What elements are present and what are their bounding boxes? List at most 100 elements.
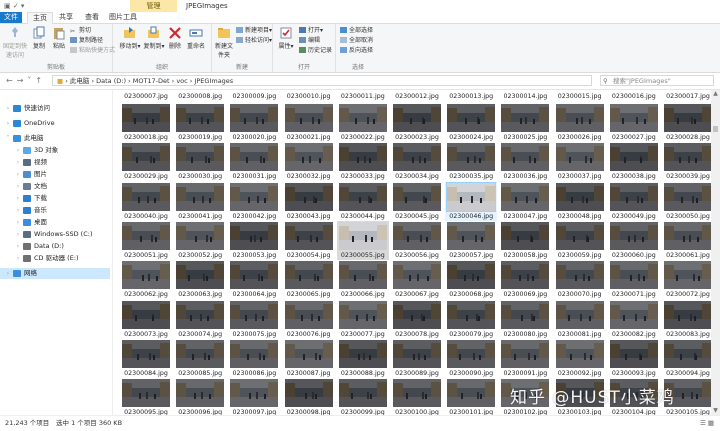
chevron-down-icon[interactable]: ˅ xyxy=(4,133,12,144)
file-item[interactable]: 02300010.jpg xyxy=(283,92,335,102)
file-item[interactable]: 02300076.jpg xyxy=(283,300,335,339)
file-item[interactable]: 02300009.jpg xyxy=(228,92,280,102)
file-item[interactable]: 02300072.jpg xyxy=(662,260,711,299)
nav-item[interactable]: › 下载 xyxy=(0,193,110,204)
tab-picture-tools[interactable]: 图片工具 xyxy=(106,12,140,23)
select-all-button[interactable]: 全部选择 xyxy=(340,27,373,35)
file-item[interactable]: 02300030.jpg xyxy=(174,142,226,181)
file-item[interactable]: 02300086.jpg xyxy=(228,339,280,378)
file-item[interactable]: 02300027.jpg xyxy=(608,103,660,142)
file-item[interactable]: 02300050.jpg xyxy=(662,182,711,221)
delete-button[interactable]: 删除 xyxy=(167,26,183,50)
file-item[interactable]: 02300048.jpg xyxy=(554,182,606,221)
file-item[interactable]: 02300034.jpg xyxy=(391,142,443,181)
file-item[interactable]: 02300011.jpg xyxy=(337,92,389,102)
chevron-right-icon[interactable]: › xyxy=(14,205,22,216)
file-item[interactable]: 02300093.jpg xyxy=(608,339,660,378)
chevron-right-icon[interactable]: › xyxy=(14,145,22,156)
file-item[interactable]: 02300094.jpg xyxy=(662,339,711,378)
nav-item[interactable]: › OneDrive xyxy=(0,118,110,129)
file-item[interactable]: 02300096.jpg xyxy=(174,378,226,415)
file-item[interactable]: 02300070.jpg xyxy=(554,260,606,299)
nav-item[interactable]: › 3D 对象 xyxy=(0,145,110,156)
new-item-button[interactable]: 新建项目▾ xyxy=(236,27,272,35)
nav-item[interactable]: › 桌面 xyxy=(0,217,110,228)
file-item[interactable]: 02300017.jpg xyxy=(662,92,711,102)
tab-view[interactable]: 查看 xyxy=(80,12,104,23)
file-item[interactable]: 02300016.jpg xyxy=(608,92,660,102)
file-item[interactable]: 02300063.jpg xyxy=(174,260,226,299)
invert-selection-button[interactable]: 反向选择 xyxy=(340,47,373,55)
file-item[interactable]: 02300084.jpg xyxy=(120,339,172,378)
file-item[interactable]: 02300028.jpg xyxy=(662,103,711,142)
chevron-right-icon[interactable]: › xyxy=(4,118,12,129)
nav-item[interactable]: › Windows-SSD (C:) xyxy=(0,229,110,240)
file-item[interactable]: 02300075.jpg xyxy=(228,300,280,339)
file-item[interactable]: 02300059.jpg xyxy=(554,221,606,260)
file-list[interactable]: 02300007.jpg 02300008.jpg 02300009.jpg 0230… xyxy=(113,90,711,415)
file-item[interactable]: 02300100.jpg xyxy=(391,378,443,415)
chevron-right-icon[interactable]: › xyxy=(14,217,22,228)
address-path[interactable]: ■ › 此电脑 › Data (D:) › MOT17-Det › voc › … xyxy=(52,75,592,86)
copy-button[interactable]: 复制 xyxy=(30,26,48,50)
navigation-buttons[interactable]: ←→˅↑ xyxy=(6,76,46,85)
breadcrumb-this-pc[interactable]: 此电脑 xyxy=(70,77,90,85)
scroll-down-icon[interactable]: ▼ xyxy=(711,407,720,415)
file-item[interactable]: 02300083.jpg xyxy=(662,300,711,339)
file-item[interactable]: 02300097.jpg xyxy=(228,378,280,415)
nav-item[interactable]: › 音乐 xyxy=(0,205,110,216)
file-item[interactable]: 02300020.jpg xyxy=(228,103,280,142)
breadcrumb-voc[interactable]: voc xyxy=(176,77,187,85)
file-item[interactable]: 02300099.jpg xyxy=(337,378,389,415)
file-item[interactable]: 02300071.jpg xyxy=(608,260,660,299)
file-item[interactable]: 02300068.jpg xyxy=(445,260,497,299)
file-item[interactable]: 02300013.jpg xyxy=(445,92,497,102)
chevron-right-icon[interactable]: › xyxy=(14,229,22,240)
file-item[interactable]: 02300087.jpg xyxy=(283,339,335,378)
file-item[interactable]: 02300067.jpg xyxy=(391,260,443,299)
vertical-scrollbar[interactable]: ▲ ▼ xyxy=(711,90,720,415)
nav-item[interactable]: › 快速访问 xyxy=(0,103,110,114)
nav-item[interactable]: › 视频 xyxy=(0,157,110,168)
paste-button[interactable]: 粘贴 xyxy=(50,26,68,50)
file-item[interactable]: 02300069.jpg xyxy=(499,260,551,299)
file-item[interactable]: 02300085.jpg xyxy=(174,339,226,378)
file-item[interactable]: 02300008.jpg xyxy=(174,92,226,102)
file-item[interactable]: 02300025.jpg xyxy=(499,103,551,142)
select-none-button[interactable]: 全部取消 xyxy=(340,37,373,45)
view-toggle-icons[interactable]: ☰ ▦ xyxy=(700,416,714,431)
file-item[interactable]: 02300090.jpg xyxy=(445,339,497,378)
file-item[interactable]: 02300062.jpg xyxy=(120,260,172,299)
file-item[interactable]: 02300073.jpg xyxy=(120,300,172,339)
search-box[interactable]: ⚲ 搜索"JPEGImages" xyxy=(600,75,714,86)
tab-home[interactable]: 主页 xyxy=(27,12,53,24)
file-item[interactable]: 02300039.jpg xyxy=(662,142,711,181)
file-item[interactable]: 02300055.jpg xyxy=(336,220,389,260)
chevron-right-icon[interactable]: › xyxy=(14,157,22,168)
file-item[interactable]: 02300015.jpg xyxy=(554,92,606,102)
file-item[interactable]: 02300007.jpg xyxy=(120,92,172,102)
nav-item[interactable]: › CD 驱动器 (E:) xyxy=(0,253,110,264)
pin-quick-access-button[interactable]: 固定到快速访问 xyxy=(2,26,28,59)
breadcrumb-jpegimages[interactable]: JPEGImages xyxy=(194,77,233,85)
edit-button[interactable]: 编辑 xyxy=(299,37,320,45)
breadcrumb-mot17-det[interactable]: MOT17-Det xyxy=(133,77,170,85)
file-item[interactable]: 02300058.jpg xyxy=(499,221,551,260)
copy-path-button[interactable]: 复制路径 xyxy=(70,37,103,45)
file-item[interactable]: 02300078.jpg xyxy=(391,300,443,339)
file-item[interactable]: 02300049.jpg xyxy=(608,182,660,221)
file-item[interactable]: 02300038.jpg xyxy=(608,142,660,181)
file-item[interactable]: 02300019.jpg xyxy=(174,103,226,142)
nav-item[interactable]: › 图片 xyxy=(0,169,110,180)
file-item[interactable]: 02300074.jpg xyxy=(174,300,226,339)
chevron-right-icon[interactable]: › xyxy=(14,181,22,192)
file-item[interactable]: 02300089.jpg xyxy=(391,339,443,378)
file-item[interactable]: 02300046.jpg xyxy=(445,181,498,221)
open-button[interactable]: 打开▾ xyxy=(299,27,323,35)
file-item[interactable]: 02300101.jpg xyxy=(445,378,497,415)
easy-access-button[interactable]: 轻松访问▾ xyxy=(236,37,272,45)
file-item[interactable]: 02300066.jpg xyxy=(337,260,389,299)
file-item[interactable]: 02300080.jpg xyxy=(499,300,551,339)
file-item[interactable]: 02300037.jpg xyxy=(554,142,606,181)
file-item[interactable]: 02300057.jpg xyxy=(445,221,497,260)
